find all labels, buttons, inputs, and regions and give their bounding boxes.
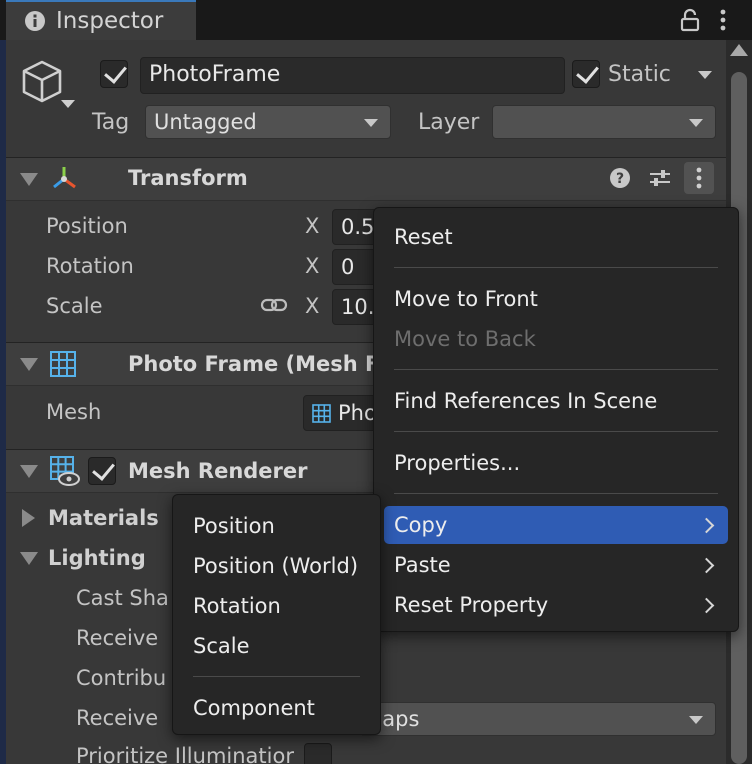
tag-label: Tag: [92, 110, 130, 135]
chevron-right-icon: [698, 557, 715, 574]
tab-more-icon[interactable]: [716, 8, 730, 32]
foldout-arrow-icon[interactable]: [20, 465, 38, 478]
cast-shadows-label: Cast Sha: [76, 586, 169, 610]
tab-title: Inspector: [56, 8, 164, 34]
copy-submenu: Position Position (World) Rotation Scale…: [172, 494, 381, 735]
mesh-renderer-enabled-checkbox[interactable]: [88, 457, 116, 485]
materials-foldout-icon[interactable]: [22, 509, 35, 527]
materials-label[interactable]: Materials: [48, 506, 159, 530]
menu-item-find-references[interactable]: Find References In Scene: [384, 382, 728, 420]
submenu-item-position-world[interactable]: Position (World): [183, 547, 370, 585]
active-checkbox[interactable]: [100, 60, 128, 88]
tab-inspector[interactable]: Inspector: [6, 0, 196, 40]
menu-separator: [193, 676, 360, 677]
submenu-item-component[interactable]: Component: [183, 689, 370, 727]
menu-item-properties[interactable]: Properties...: [384, 444, 728, 482]
rotation-x-axis: X: [305, 254, 320, 278]
lighting-label[interactable]: Lighting: [48, 546, 146, 570]
layer-label: Layer: [418, 110, 480, 135]
chevron-down-icon: [689, 716, 703, 724]
receive-shadows-label: Receive: [76, 626, 159, 650]
tag-dropdown[interactable]: Untagged: [145, 105, 391, 139]
transform-title: Transform: [128, 166, 248, 190]
position-x-axis: X: [305, 214, 320, 238]
link-icon[interactable]: [260, 294, 288, 316]
scale-label: Scale: [46, 294, 103, 318]
gameobject-cube-icon[interactable]: [20, 58, 80, 114]
mesh-renderer-icon: [50, 456, 80, 486]
tag-value: Untagged: [154, 110, 257, 134]
submenu-item-rotation[interactable]: Rotation: [183, 587, 370, 625]
static-dropdown-icon[interactable]: [698, 71, 712, 79]
receive-gi-label: Receive: [76, 706, 159, 730]
static-label: Static: [608, 62, 671, 87]
menu-item-move-to-front[interactable]: Move to Front: [384, 280, 728, 318]
chevron-right-icon: [698, 517, 715, 534]
position-label: Position: [46, 214, 128, 238]
left-edge: [0, 40, 6, 764]
menu-separator: [394, 431, 718, 432]
menu-separator: [394, 267, 718, 268]
menu-item-copy[interactable]: Copy: [384, 506, 728, 544]
menu-item-reset-property-label: Reset Property: [394, 593, 549, 617]
menu-item-copy-label: Copy: [394, 513, 448, 537]
presets-icon[interactable]: [648, 167, 672, 189]
transform-icon: [53, 167, 76, 189]
object-name-field[interactable]: PhotoFrame: [140, 57, 565, 94]
submenu-item-position[interactable]: Position: [183, 507, 370, 545]
mesh-label: Mesh: [46, 400, 102, 424]
foldout-arrow-icon[interactable]: [20, 358, 38, 371]
contribute-gi-label: Contribu: [76, 666, 167, 690]
lighting-foldout-icon[interactable]: [20, 552, 38, 565]
menu-item-paste[interactable]: Paste: [384, 546, 728, 584]
mesh-value: Pho: [338, 401, 377, 425]
menu-item-paste-label: Paste: [394, 553, 451, 577]
svg-text:?: ?: [616, 171, 624, 187]
lock-icon[interactable]: [680, 8, 700, 32]
chevron-down-icon: [689, 119, 703, 127]
prioritize-illumination-checkbox[interactable]: [304, 743, 332, 764]
mesh-grid-icon: [50, 351, 76, 377]
static-checkbox[interactable]: [572, 60, 600, 88]
scale-x-axis: X: [305, 294, 320, 318]
menu-separator: [394, 493, 718, 494]
layer-dropdown[interactable]: [492, 105, 716, 139]
context-menu: Reset Move to Front Move to Back Find Re…: [373, 207, 739, 632]
scroll-up-arrow-icon[interactable]: [730, 44, 748, 56]
menu-item-reset[interactable]: Reset: [384, 218, 728, 256]
submenu-item-scale[interactable]: Scale: [183, 627, 370, 665]
mesh-grid-icon: [312, 404, 331, 423]
more-vert-icon: [696, 167, 702, 189]
help-icon[interactable]: ?: [609, 167, 631, 189]
mesh-renderer-title: Mesh Renderer: [128, 459, 308, 483]
foldout-arrow-icon[interactable]: [20, 173, 38, 186]
prioritize-illumination-label: Prioritize Illuminatior: [76, 744, 294, 764]
menu-item-move-to-back: Move to Back: [394, 327, 536, 351]
menu-item-reset-property[interactable]: Reset Property: [384, 586, 728, 624]
menu-separator: [394, 369, 718, 370]
chevron-down-icon: [364, 119, 378, 127]
component-menu-button[interactable]: [684, 162, 714, 194]
receive-gi-dropdown[interactable]: naps: [360, 702, 716, 736]
rotation-label: Rotation: [46, 254, 134, 278]
info-icon: [25, 11, 45, 31]
chevron-right-icon: [698, 597, 715, 614]
mesh-filter-title: Photo Frame (Mesh F: [128, 352, 380, 376]
